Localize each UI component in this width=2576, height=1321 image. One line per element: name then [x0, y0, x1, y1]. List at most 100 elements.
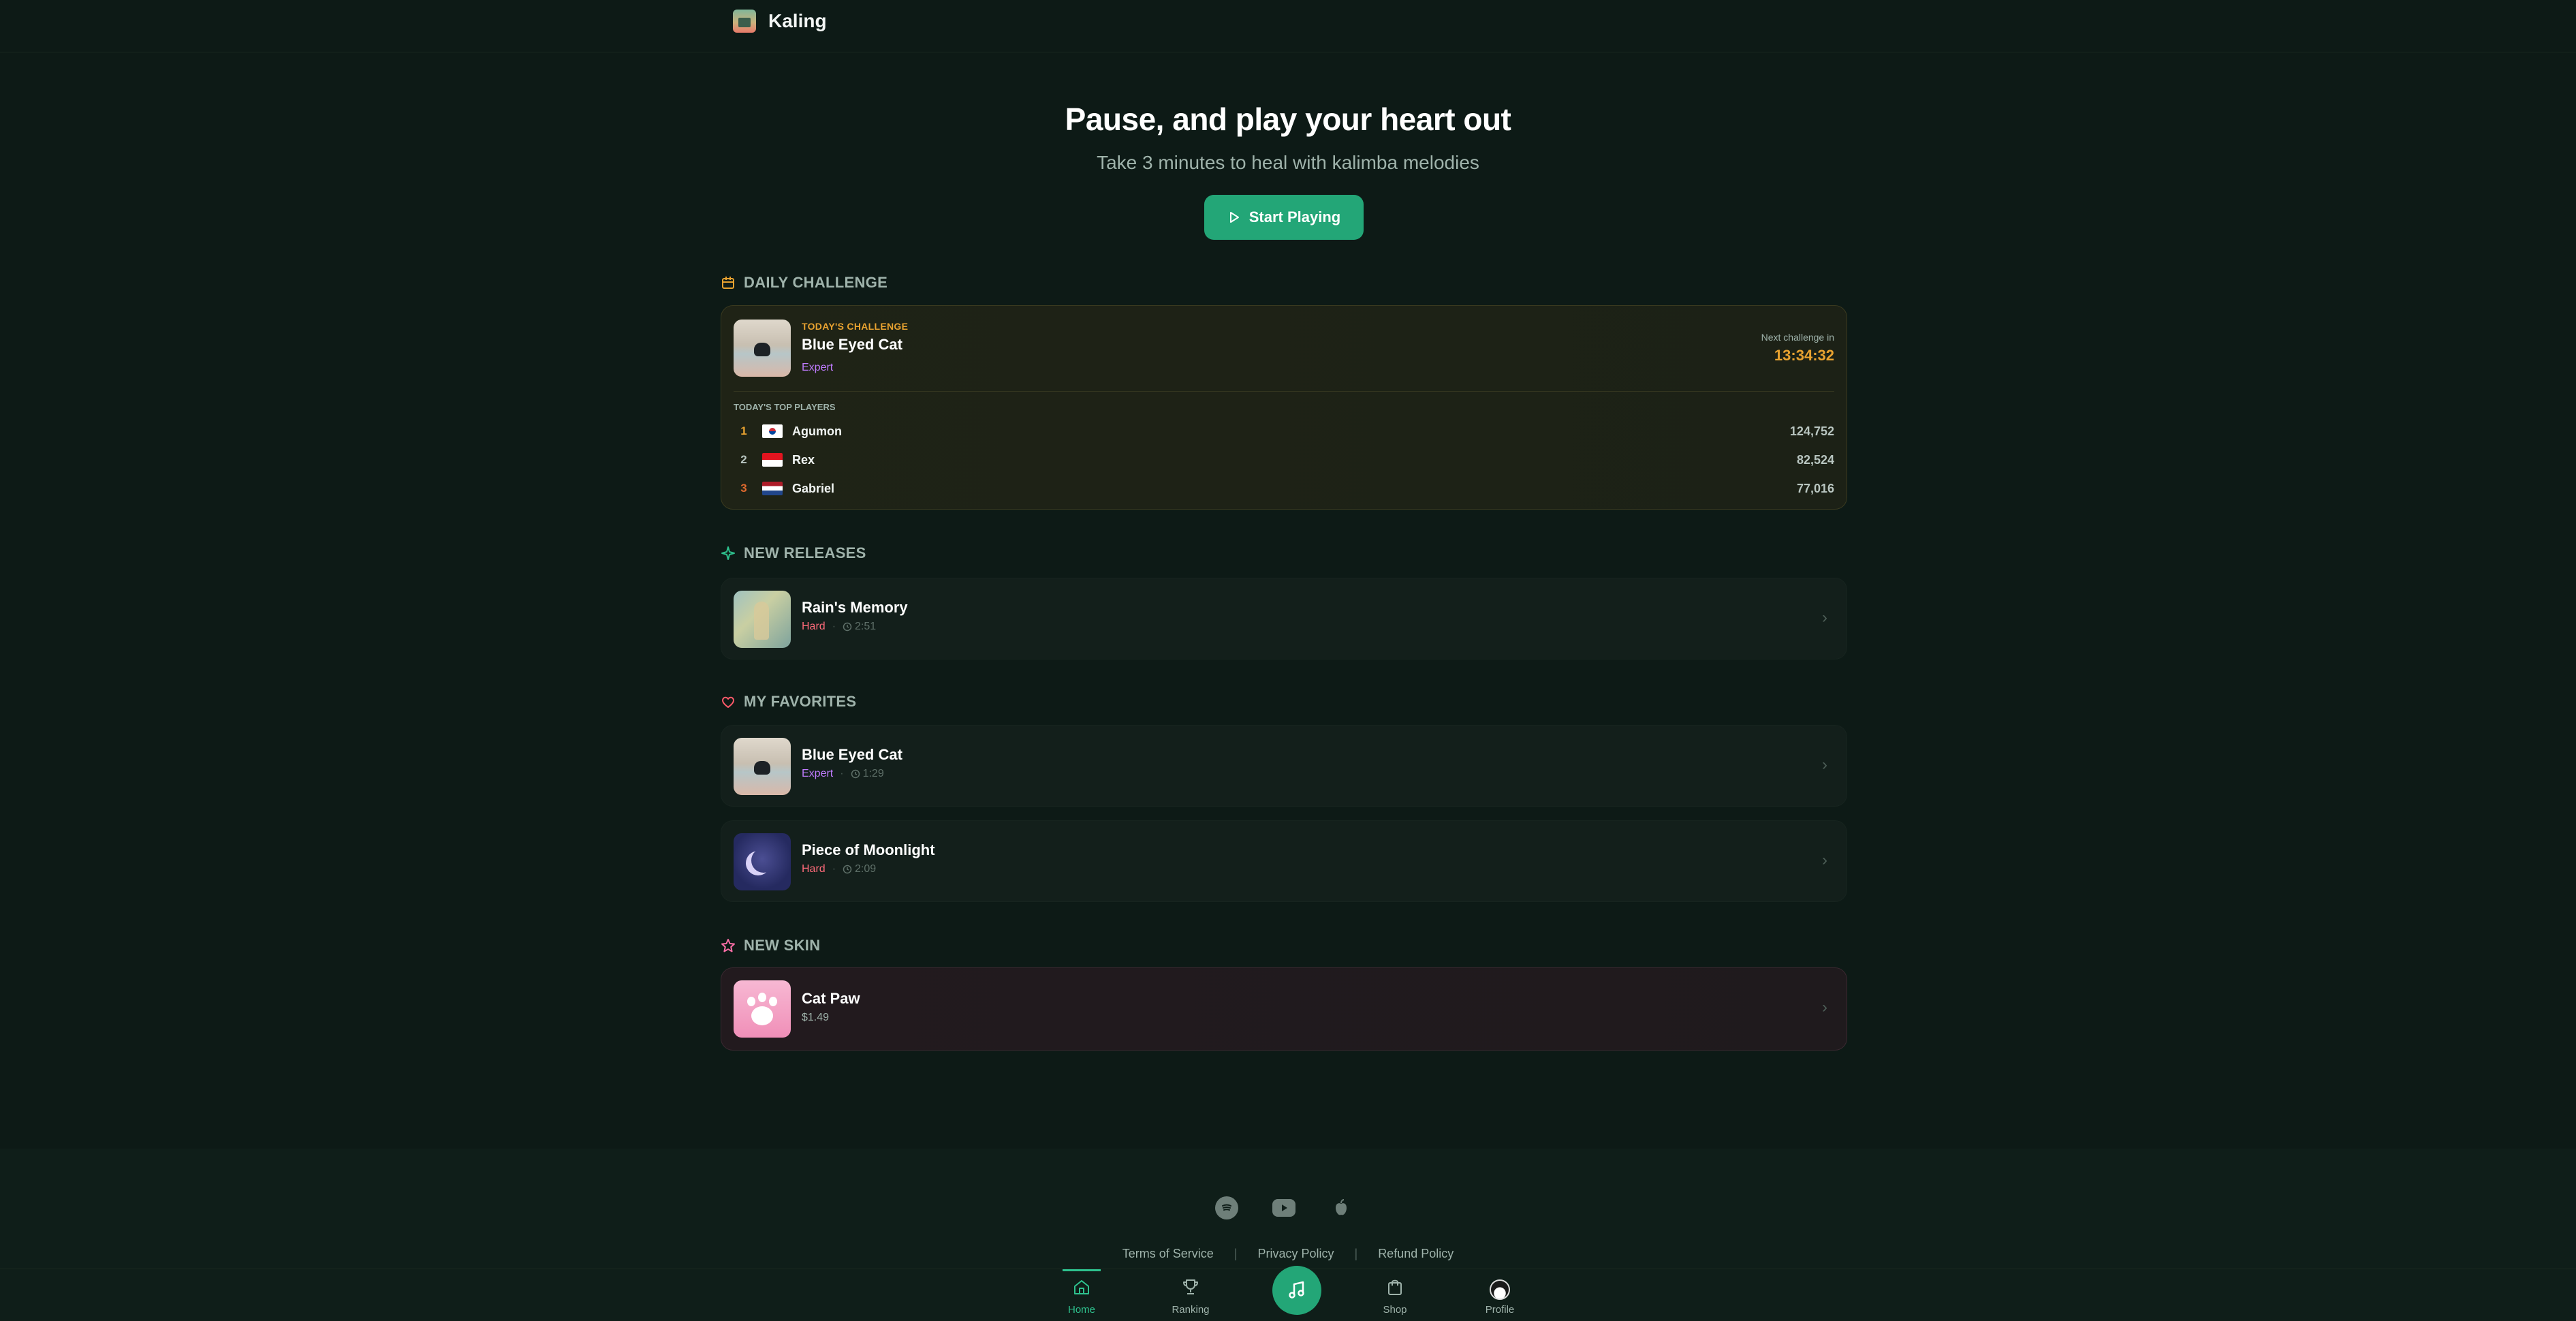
divider: [734, 391, 1834, 392]
separator-dot: ·: [832, 621, 836, 632]
nav-ranking[interactable]: Ranking: [1157, 1269, 1225, 1321]
skin-card[interactable]: Cat Paw $1.49 ›: [721, 967, 1847, 1051]
leaderboard-row[interactable]: 1 Agumon 124,752: [734, 419, 1834, 444]
nl-flag-icon: [762, 482, 783, 495]
play-music-button[interactable]: [1272, 1266, 1321, 1315]
player-score: 124,752: [1789, 424, 1834, 438]
kr-flag-icon: [762, 424, 783, 438]
daily-challenge-title: DAILY CHALLENGE: [744, 274, 888, 291]
nav-profile-label: Profile: [1485, 1304, 1515, 1316]
rains-memory-cover: [734, 591, 791, 648]
song-card[interactable]: Blue Eyed Cat Expert · 1:29 ›: [721, 725, 1847, 807]
hero-title: Pause, and play your heart out: [1065, 102, 1511, 137]
nav-profile[interactable]: Profile: [1466, 1269, 1534, 1321]
spotify-icon[interactable]: [1215, 1196, 1238, 1219]
daily-challenge-card[interactable]: TODAY'S CHALLENGE Blue Eyed Cat Expert N…: [721, 305, 1847, 510]
piece-of-moonlight-cover: [734, 833, 791, 890]
player-name: Rex: [792, 452, 815, 467]
chevron-right-icon: ›: [1822, 608, 1827, 627]
skin-title: Cat Paw: [802, 990, 860, 1007]
song-meta: Expert · 1:29: [802, 768, 884, 780]
next-challenge-label: Next challenge in: [1761, 332, 1834, 343]
start-playing-label: Start Playing: [1248, 208, 1341, 226]
player-score: 77,016: [1796, 481, 1834, 495]
top-bar: Kaling: [0, 0, 2576, 52]
star-icon: [721, 939, 735, 952]
leaderboard-row[interactable]: 3 Gabriel 77,016: [734, 476, 1834, 501]
daily-challenge-heading: DAILY CHALLENGE: [721, 274, 888, 292]
clock-icon: [843, 865, 852, 874]
song-difficulty: Hard: [802, 863, 826, 875]
player-rank: 2: [740, 453, 747, 466]
new-releases-title: NEW RELEASES: [744, 544, 866, 561]
chevron-right-icon: ›: [1822, 756, 1827, 774]
song-duration: 1:29: [862, 768, 884, 779]
blue-eyed-cat-cover: [734, 320, 791, 377]
blue-eyed-cat-cover: [734, 738, 791, 795]
new-releases-heading: NEW RELEASES: [721, 544, 866, 562]
daily-song-difficulty: Expert: [802, 362, 834, 373]
song-duration-wrapper: 2:51: [843, 621, 876, 633]
nav-home-label: Home: [1067, 1304, 1095, 1316]
chevron-right-icon: ›: [1822, 998, 1827, 1016]
daily-song-title: Blue Eyed Cat: [802, 336, 902, 353]
heart-icon: [722, 696, 734, 708]
paw-toe: [747, 997, 755, 1006]
nav-ranking-label: Ranking: [1172, 1304, 1210, 1316]
song-meta: Hard · 2:51: [802, 621, 876, 633]
player-name: Gabriel: [792, 481, 835, 495]
app-name: Kaling: [768, 10, 827, 31]
avatar-icon: [1490, 1279, 1510, 1300]
music-note-icon: [1289, 1281, 1304, 1299]
song-title: Piece of Moonlight: [802, 841, 935, 858]
player-rank: 1: [740, 424, 747, 437]
my-favorites-heading: MY FAVORITES: [721, 693, 856, 711]
song-card[interactable]: Piece of Moonlight Hard · 2:09 ›: [721, 820, 1847, 902]
song-duration: 2:09: [855, 863, 877, 875]
youtube-icon[interactable]: [1272, 1199, 1295, 1217]
hero-subtitle: Take 3 minutes to heal with kalimba melo…: [1097, 152, 1479, 173]
paw-pad: [751, 1006, 773, 1025]
song-duration-wrapper: 1:29: [851, 768, 884, 780]
nav-home[interactable]: Home: [1048, 1269, 1116, 1321]
song-card[interactable]: Rain's Memory Hard · 2:51 ›: [721, 578, 1847, 659]
song-meta: Hard · 2:09: [802, 863, 876, 875]
link-separator: |: [1234, 1247, 1238, 1260]
start-playing-button[interactable]: Start Playing: [1204, 195, 1364, 240]
id-flag-icon: [762, 453, 783, 467]
clock-icon: [843, 622, 852, 632]
privacy-policy-link[interactable]: Privacy Policy: [1257, 1247, 1334, 1260]
song-duration: 2:51: [855, 621, 877, 632]
cat-paw-skin-thumbnail: [734, 980, 791, 1038]
paw-toe: [758, 993, 766, 1002]
play-icon: [1229, 212, 1239, 223]
brand[interactable]: Kaling: [733, 10, 827, 33]
player-rank: 3: [740, 482, 747, 495]
song-title: Blue Eyed Cat: [802, 746, 902, 763]
separator-dot: ·: [840, 768, 844, 779]
todays-challenge-badge: TODAY'S CHALLENGE: [802, 321, 909, 332]
nav-shop[interactable]: Shop: [1361, 1269, 1429, 1321]
apple-icon[interactable]: [1330, 1196, 1353, 1219]
refund-policy-link[interactable]: Refund Policy: [1378, 1247, 1454, 1260]
leaderboard-row[interactable]: 2 Rex 82,524: [734, 448, 1834, 472]
new-skin-heading: NEW SKIN: [721, 937, 820, 954]
top-players-label: TODAY'S TOP PLAYERS: [734, 402, 836, 412]
calendar-icon: [722, 277, 734, 289]
terms-of-service-link[interactable]: Terms of Service: [1122, 1247, 1214, 1260]
trophy-icon: [1180, 1277, 1201, 1300]
song-difficulty: Expert: [802, 768, 834, 779]
footer-links: Terms of Service | Privacy Policy | Refund P…: [0, 1247, 2576, 1261]
song-difficulty: Hard: [802, 621, 826, 632]
nav-shop-label: Shop: [1383, 1304, 1407, 1316]
link-separator: |: [1354, 1247, 1358, 1260]
player-score: 82,524: [1796, 452, 1834, 467]
player-name: Agumon: [792, 424, 842, 438]
song-title: Rain's Memory: [802, 599, 908, 616]
clock-icon: [851, 769, 860, 779]
song-duration-wrapper: 2:09: [843, 863, 876, 875]
separator-dot: ·: [832, 863, 836, 875]
home-icon: [1071, 1277, 1092, 1300]
app-logo-icon: [733, 10, 756, 33]
next-challenge-timer: 13:34:32: [1774, 347, 1834, 364]
